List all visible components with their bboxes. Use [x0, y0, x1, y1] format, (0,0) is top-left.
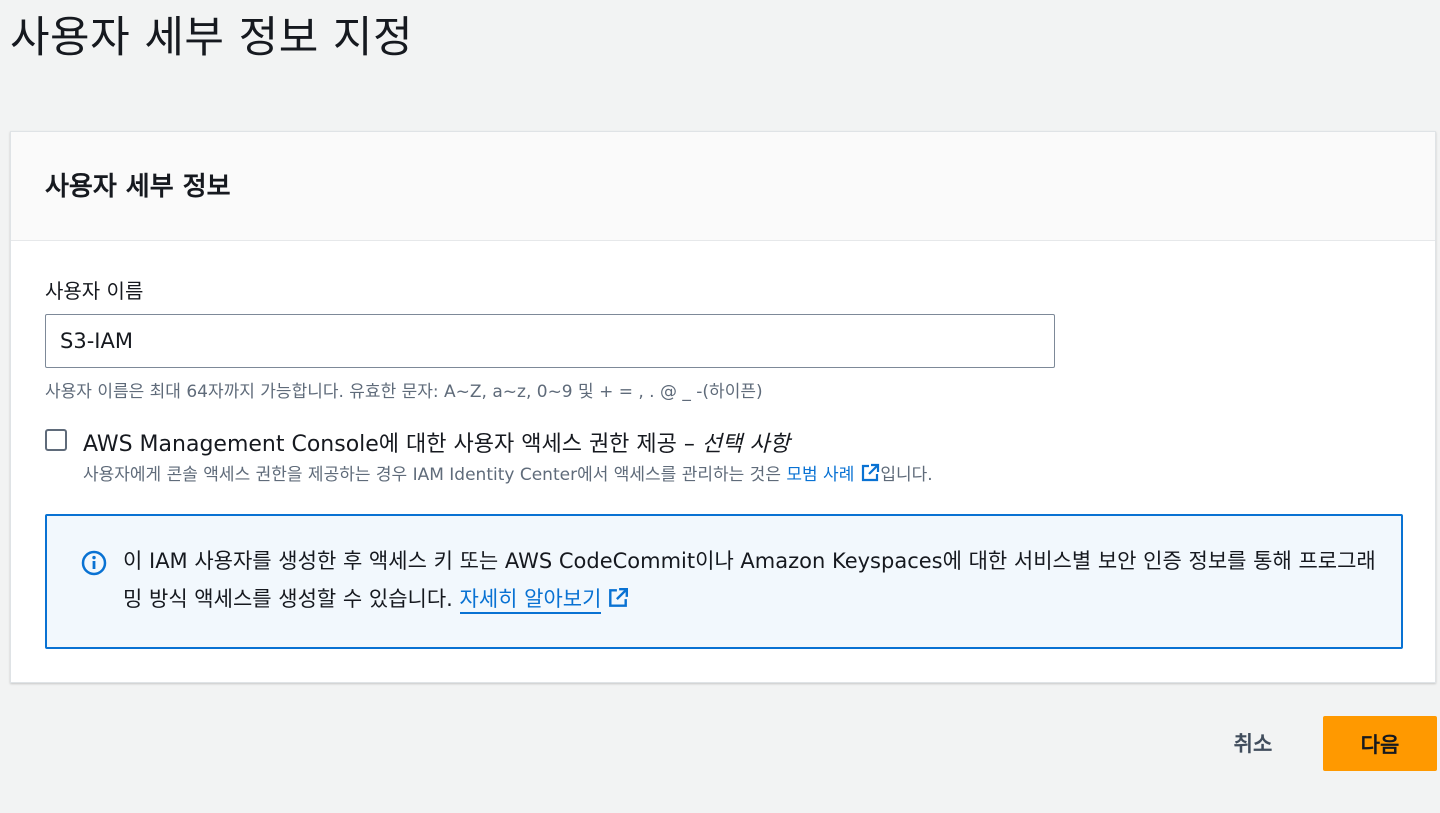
user-details-panel: 사용자 세부 정보 사용자 이름 사용자 이름은 최대 64자까지 가능합니다.… [10, 131, 1436, 683]
cancel-button[interactable]: 취소 [1208, 716, 1298, 770]
info-alert: 이 IAM 사용자를 생성한 후 액세스 키 또는 AWS CodeCommit… [45, 514, 1403, 649]
panel-header: 사용자 세부 정보 [11, 132, 1435, 241]
learn-more-link[interactable]: 자세히 알아보기 [459, 587, 602, 614]
info-text: 이 IAM 사용자를 생성한 후 액세스 키 또는 AWS CodeCommit… [123, 542, 1383, 621]
panel-title: 사용자 세부 정보 [45, 172, 231, 202]
external-link-icon [860, 463, 880, 488]
external-link-icon [607, 583, 629, 621]
console-access-label-text: AWS Management Console에 대한 사용자 액세스 권한 제공… [83, 432, 702, 457]
console-access-label[interactable]: AWS Management Console에 대한 사용자 액세스 권한 제공… [83, 426, 790, 458]
info-message: 이 IAM 사용자를 생성한 후 액세스 키 또는 AWS CodeCommit… [123, 549, 1376, 611]
console-access-desc-text: 사용자에게 콘솔 액세스 권한을 제공하는 경우 IAM Identity Ce… [83, 465, 787, 485]
username-input[interactable] [45, 314, 1055, 368]
best-practice-link[interactable]: 모범 사례 [786, 463, 880, 488]
best-practice-link-text: 모범 사례 [786, 465, 855, 485]
console-access-description: 사용자에게 콘솔 액세스 권한을 제공하는 경우 IAM Identity Ce… [83, 460, 933, 488]
page-title: 사용자 세부 정보 지정 [10, 13, 414, 63]
next-button[interactable]: 다음 [1323, 716, 1437, 771]
info-circle-icon [81, 550, 107, 580]
console-access-desc-suffix: 입니다. [880, 465, 933, 485]
username-hint: 사용자 이름은 최대 64자까지 가능합니다. 유효한 문자: A~Z, a~z… [45, 382, 763, 402]
console-access-checkbox[interactable] [45, 429, 67, 451]
learn-more-link-text: 자세히 알아보기 [459, 587, 602, 611]
username-label: 사용자 이름 [45, 279, 144, 303]
optional-tag: 선택 사항 [701, 432, 790, 457]
